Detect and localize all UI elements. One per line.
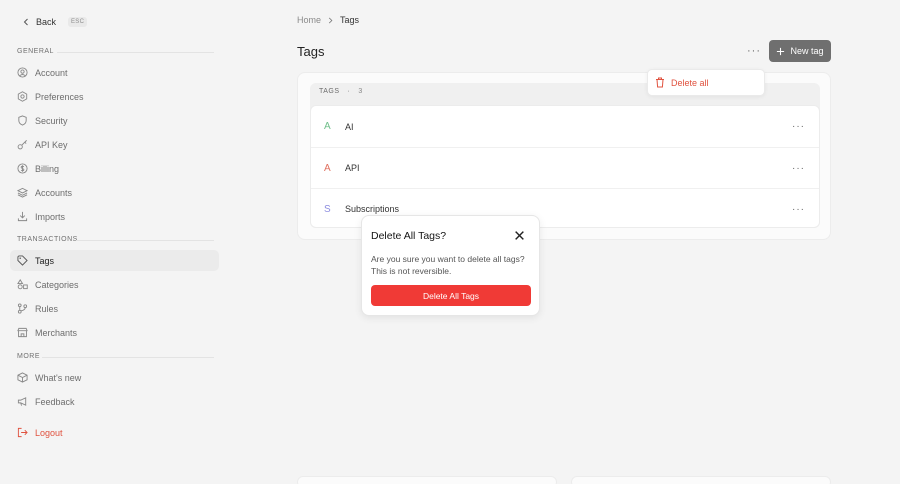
section-divider: [57, 52, 214, 53]
section-label-transactions: TRANSACTIONS: [17, 236, 78, 243]
logout-icon: [17, 427, 28, 438]
new-tag-label: New tag: [790, 46, 824, 56]
sidebar-item-label: Categories: [35, 279, 79, 290]
plus-icon: [777, 47, 785, 55]
section-label-general: GENERAL: [17, 48, 54, 55]
sidebar-item-logout[interactable]: Logout: [10, 422, 219, 443]
back-label: Back: [36, 17, 57, 27]
tag-avatar: A: [324, 162, 331, 174]
back-button[interactable]: Back: [22, 17, 56, 27]
section-divider: [76, 240, 214, 241]
row-menu-button[interactable]: ···: [792, 204, 805, 215]
tags-count: 3: [358, 88, 363, 95]
trash-icon: [656, 77, 664, 88]
user-circle-icon: [17, 67, 28, 78]
esc-shortcut-badge: ESC: [68, 17, 88, 27]
page-title: Tags: [297, 44, 325, 59]
sidebar-item-label: Imports: [35, 211, 66, 222]
tag-name: Subscriptions: [345, 204, 400, 214]
sidebar-item-label: Feedback: [35, 396, 75, 407]
sidebar-item-label: Preferences: [35, 91, 84, 102]
sidebar-item-label: Account: [35, 67, 68, 78]
settings-icon: [17, 91, 28, 102]
key-icon: [17, 140, 27, 150]
shapes-icon: [17, 279, 28, 290]
sidebar-item-accounts[interactable]: Accounts: [10, 182, 219, 203]
sidebar-item-categories[interactable]: Categories: [10, 274, 219, 295]
dialog-body: Are you sure you want to delete all tags…: [371, 254, 525, 276]
tag-list: A AI ··· A API ··· S Subscriptions ···: [310, 105, 820, 228]
sidebar-item-merchants[interactable]: Merchants: [10, 322, 219, 343]
sidebar-item-feedback[interactable]: Feedback: [10, 391, 219, 412]
sidebar-item-billing[interactable]: Billing: [10, 158, 219, 179]
close-icon[interactable]: [514, 230, 525, 241]
sidebar-item-label: Accounts: [35, 187, 73, 198]
sidebar: Back ESC GENERAL Account Preferences Sec…: [0, 0, 228, 484]
tags-header-label: TAGS: [319, 88, 340, 95]
breadcrumb-home[interactable]: Home: [297, 15, 321, 25]
delete-all-label: Delete all: [671, 77, 709, 88]
row-menu-button[interactable]: ···: [792, 121, 805, 132]
chevron-right-icon: [328, 17, 333, 23]
delete-all-menu-item[interactable]: Delete all: [647, 69, 765, 96]
sidebar-item-label: Rules: [35, 303, 59, 314]
tag-avatar: S: [324, 203, 331, 215]
sidebar-item-label: Logout: [35, 427, 63, 438]
sidebar-item-label: Security: [35, 115, 68, 126]
delete-all-dialog: Delete All Tags? Are you sure you want t…: [361, 215, 540, 316]
bottom-card: [571, 476, 831, 484]
tag-name: API: [345, 163, 360, 173]
more-options-button[interactable]: ···: [744, 43, 764, 59]
sidebar-item-rules[interactable]: Rules: [10, 298, 219, 319]
sidebar-item-security[interactable]: Security: [10, 110, 219, 131]
tag-name: AI: [345, 121, 354, 132]
bottom-card: [297, 476, 557, 484]
new-tag-button[interactable]: New tag: [769, 40, 831, 62]
tag-icon: [17, 255, 28, 266]
sidebar-item-label: Tags: [35, 255, 55, 266]
section-divider: [42, 357, 214, 358]
git-branch-icon: [17, 303, 28, 314]
chevron-left-icon: [23, 18, 28, 26]
section-label-more: MORE: [17, 353, 40, 360]
sidebar-item-api-key[interactable]: API Key: [10, 134, 219, 155]
tags-list-header: TAGS · 3: [319, 88, 363, 95]
store-icon: [17, 327, 28, 338]
package-icon: [17, 372, 28, 383]
sidebar-item-account[interactable]: Account: [10, 62, 219, 83]
shield-icon: [18, 115, 27, 126]
row-menu-button[interactable]: ···: [792, 163, 805, 174]
breadcrumb-current: Tags: [340, 15, 360, 25]
dollar-circle-icon: [17, 163, 28, 174]
sidebar-item-label: API Key: [35, 139, 68, 150]
tag-row[interactable]: A AI ···: [311, 106, 819, 147]
sidebar-item-tags[interactable]: Tags: [10, 250, 219, 271]
ellipsis-icon: ···: [747, 45, 761, 57]
download-icon: [17, 211, 28, 222]
layers-icon: [17, 187, 28, 198]
tag-row[interactable]: A API ···: [311, 147, 819, 188]
sidebar-item-preferences[interactable]: Preferences: [10, 86, 219, 107]
sidebar-item-label: Merchants: [35, 327, 78, 338]
megaphone-icon: [17, 397, 27, 406]
confirm-delete-button[interactable]: Delete All Tags: [371, 285, 531, 306]
tag-avatar: A: [324, 121, 331, 132]
sidebar-item-whats-new[interactable]: What's new: [10, 367, 219, 388]
sidebar-item-label: Billing: [35, 163, 60, 174]
sidebar-item-label: What's new: [35, 372, 82, 383]
sidebar-item-imports[interactable]: Imports: [10, 206, 219, 227]
dialog-title: Delete All Tags?: [371, 230, 447, 242]
breadcrumb: Home Tags: [297, 15, 359, 25]
